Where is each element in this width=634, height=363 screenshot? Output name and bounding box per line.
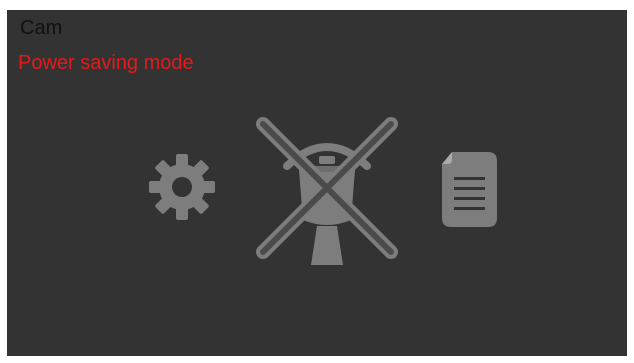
- settings-button[interactable]: [147, 152, 217, 222]
- power-saving-status: Power saving mode: [18, 52, 194, 74]
- camera-disabled-button[interactable]: [247, 108, 407, 268]
- camera-disabled-icon: [256, 117, 398, 265]
- camera-panel: Cam Power saving mode: [7, 10, 627, 356]
- document-icon: [442, 152, 497, 227]
- camera-title: Cam: [20, 17, 63, 39]
- gear-icon: [149, 154, 215, 220]
- document-button[interactable]: [442, 152, 497, 227]
